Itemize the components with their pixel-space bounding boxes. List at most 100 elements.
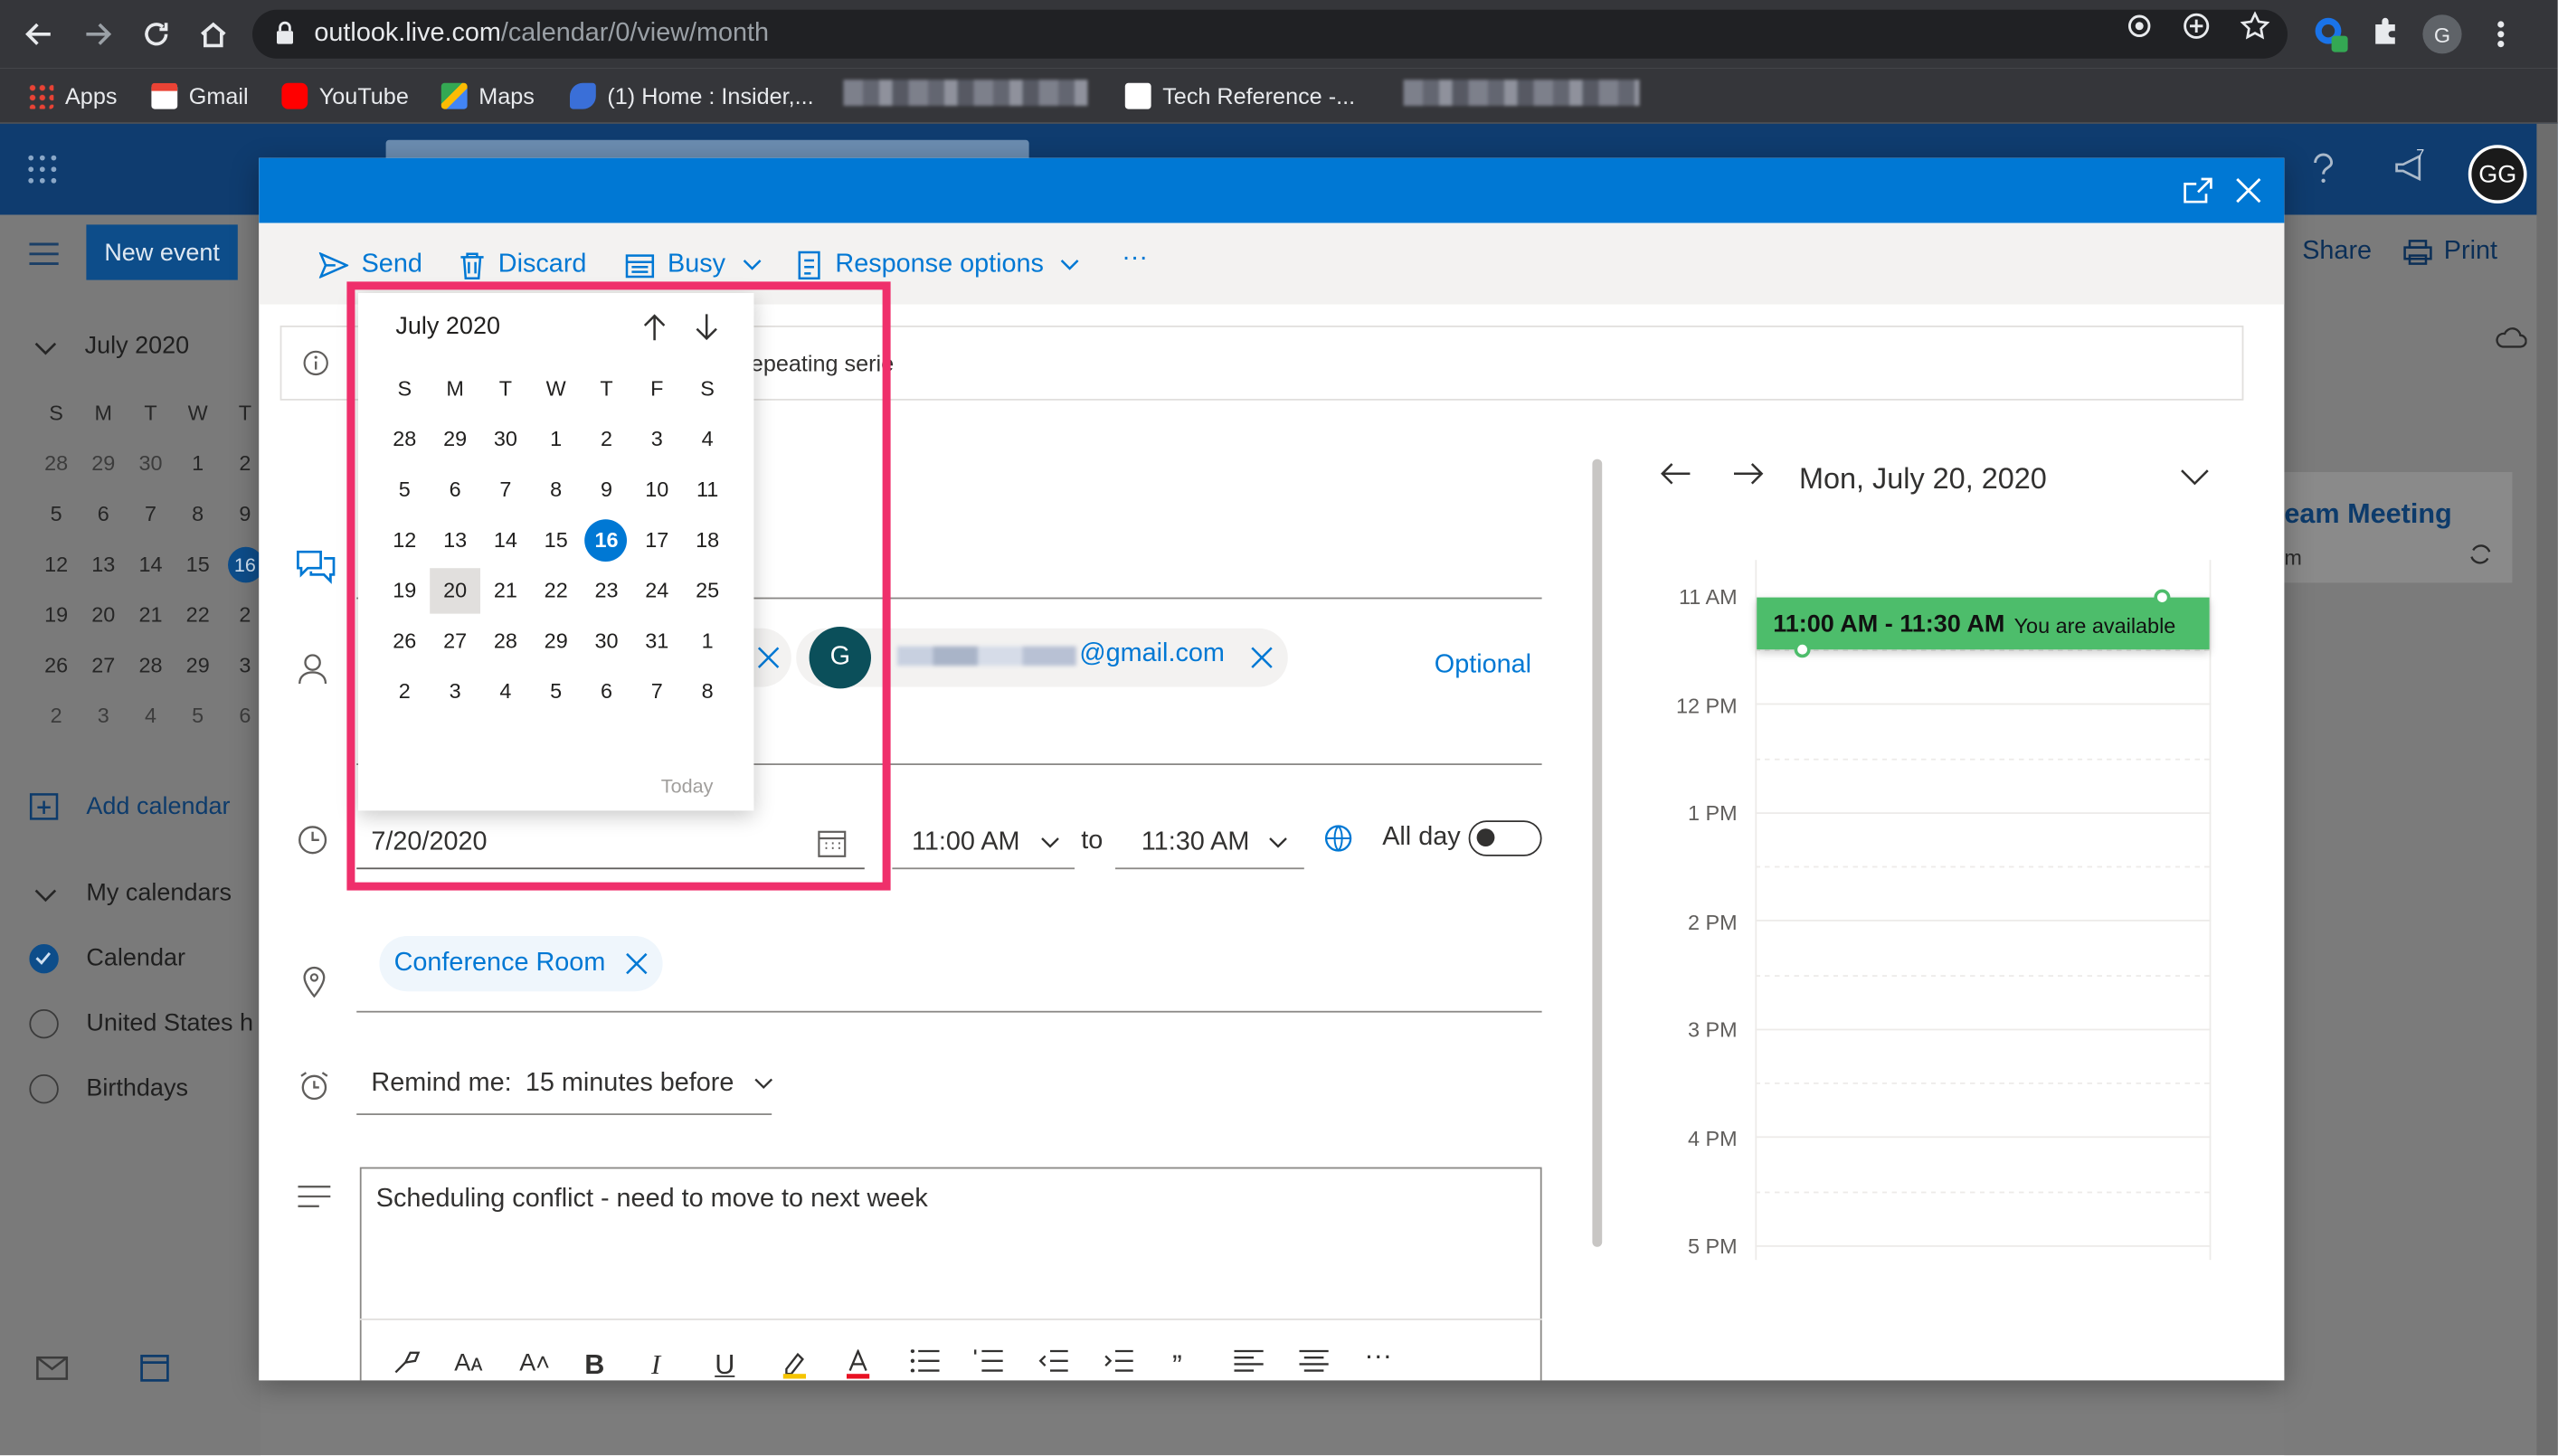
day-view-grid[interactable] bbox=[1755, 560, 2212, 1261]
format-painter-icon[interactable] bbox=[393, 1349, 422, 1376]
mini-day[interactable]: 21 bbox=[127, 602, 174, 627]
bookmark-apps[interactable]: Apps bbox=[27, 80, 117, 112]
align-center-icon[interactable] bbox=[1299, 1349, 1329, 1372]
add-calendar-link[interactable]: Add calendar bbox=[86, 793, 230, 821]
help-icon[interactable] bbox=[2312, 153, 2335, 185]
mini-day[interactable]: 2 bbox=[33, 704, 80, 728]
chevron-down-icon[interactable] bbox=[34, 340, 57, 356]
popout-icon[interactable] bbox=[2182, 175, 2214, 208]
decrease-indent-icon[interactable] bbox=[1038, 1349, 1068, 1372]
reload-icon[interactable] bbox=[137, 14, 175, 53]
mini-day[interactable]: 13 bbox=[80, 552, 127, 576]
mini-day[interactable]: 5 bbox=[33, 501, 80, 525]
print-button[interactable]: Print bbox=[2444, 238, 2497, 267]
bookmark-youtube[interactable]: YouTube bbox=[281, 80, 409, 112]
resize-handle-top[interactable] bbox=[2154, 589, 2171, 606]
extension-badge-icon[interactable] bbox=[2312, 14, 2351, 53]
calendar-checked-icon[interactable] bbox=[29, 944, 59, 974]
mini-day[interactable]: 28 bbox=[127, 653, 174, 677]
highlight-icon[interactable] bbox=[780, 1349, 809, 1379]
quote-icon[interactable]: ” bbox=[1172, 1349, 1182, 1380]
mini-day[interactable]: 27 bbox=[80, 653, 127, 677]
mini-day[interactable]: 3 bbox=[80, 704, 127, 728]
response-options-dropdown[interactable]: Response options bbox=[796, 248, 1079, 284]
mini-day[interactable]: 12 bbox=[33, 552, 80, 576]
mini-day[interactable]: 5 bbox=[175, 704, 222, 728]
location-chip[interactable]: Conference Room bbox=[379, 936, 663, 992]
add-calendar-icon[interactable] bbox=[29, 791, 59, 820]
proposed-event-block[interactable]: 11:00 AM - 11:30 AM You are available bbox=[1757, 597, 2210, 650]
remove-location-icon[interactable] bbox=[625, 952, 648, 975]
user-avatar[interactable]: GG bbox=[2468, 145, 2527, 203]
mini-day[interactable]: 28 bbox=[33, 451, 80, 476]
numbered-list-icon[interactable] bbox=[973, 1349, 1003, 1372]
new-event-button[interactable]: New event bbox=[86, 224, 238, 280]
discard-button[interactable]: Discard bbox=[459, 248, 586, 284]
mail-icon[interactable] bbox=[36, 1356, 69, 1380]
bold-icon[interactable]: B bbox=[584, 1349, 604, 1380]
italic-icon[interactable]: I bbox=[651, 1349, 660, 1380]
mini-day[interactable]: 6 bbox=[80, 501, 127, 525]
increase-indent-icon[interactable] bbox=[1104, 1349, 1133, 1372]
my-calendars-heading[interactable]: My calendars bbox=[86, 879, 232, 907]
all-day-toggle[interactable] bbox=[1468, 820, 1542, 856]
more-options-button[interactable]: ··· bbox=[1122, 241, 1148, 277]
font-color-icon[interactable] bbox=[845, 1349, 871, 1379]
mini-day[interactable]: 19 bbox=[33, 602, 80, 627]
mini-day[interactable]: 29 bbox=[175, 653, 222, 677]
busy-status-dropdown[interactable]: Busy bbox=[625, 248, 761, 284]
mini-day[interactable]: 22 bbox=[175, 602, 222, 627]
add-circle-icon[interactable] bbox=[2182, 12, 2211, 41]
address-bar[interactable]: outlook.live.com/calendar/0/view/month bbox=[252, 9, 2288, 59]
font-grow-icon[interactable]: A˄ bbox=[519, 1349, 550, 1377]
previous-day-arrow-icon[interactable] bbox=[1659, 460, 1695, 496]
bullet-list-icon[interactable] bbox=[910, 1349, 940, 1373]
chevron-down-icon[interactable] bbox=[2180, 468, 2216, 505]
time-zone-globe-icon[interactable] bbox=[1323, 824, 1352, 853]
calendar-item[interactable]: Birthdays bbox=[86, 1074, 188, 1102]
start-time-dropdown[interactable]: 11:00 AM bbox=[892, 818, 1075, 870]
home-icon[interactable] bbox=[194, 14, 232, 53]
calendar-nav-icon[interactable] bbox=[140, 1353, 169, 1382]
bookmark-maps[interactable]: Maps bbox=[441, 80, 535, 112]
resize-handle-bottom[interactable] bbox=[1794, 641, 1811, 658]
puzzle-extensions-icon[interactable] bbox=[2369, 14, 2408, 53]
app-launcher-icon[interactable] bbox=[28, 155, 57, 184]
star-bookmark-icon[interactable] bbox=[2240, 11, 2270, 41]
close-icon[interactable] bbox=[2234, 175, 2267, 208]
mini-day[interactable]: 8 bbox=[175, 501, 222, 525]
bookmark-tech-reference[interactable]: Tech Reference -... bbox=[1124, 80, 1355, 112]
mini-day[interactable]: 4 bbox=[127, 704, 174, 728]
mini-day[interactable]: 26 bbox=[33, 653, 80, 677]
browser-profile-avatar[interactable]: G bbox=[2422, 14, 2462, 54]
page-scrollbar[interactable] bbox=[2536, 123, 2558, 1456]
calendar-item[interactable]: United States h bbox=[86, 1009, 253, 1037]
bookmark-gmail[interactable]: Gmail bbox=[151, 80, 249, 112]
mini-day[interactable]: 15 bbox=[175, 552, 222, 576]
bookmark-insider[interactable]: (1) Home : Insider,... bbox=[570, 80, 814, 112]
forward-arrow-icon[interactable] bbox=[78, 14, 117, 53]
mini-day[interactable]: 1 bbox=[175, 451, 222, 476]
next-day-arrow-icon[interactable] bbox=[1732, 460, 1768, 496]
chevron-down-icon[interactable] bbox=[34, 887, 57, 903]
mini-day[interactable]: 30 bbox=[127, 451, 174, 476]
kebab-menu-icon[interactable] bbox=[2481, 14, 2520, 53]
calendar-unchecked-icon[interactable] bbox=[29, 1009, 59, 1039]
align-left-icon[interactable] bbox=[1234, 1349, 1264, 1372]
mini-day[interactable]: 7 bbox=[127, 501, 174, 525]
teams-chat-icon[interactable] bbox=[295, 549, 336, 585]
calendar-item[interactable]: Calendar bbox=[86, 944, 185, 972]
hamburger-menu-icon[interactable] bbox=[29, 242, 59, 266]
reminder-dropdown[interactable]: Remind me: 15 minutes before bbox=[371, 1070, 773, 1099]
location-target-icon[interactable] bbox=[2125, 12, 2154, 41]
more-format-icon[interactable]: ··· bbox=[1364, 1339, 1392, 1372]
underline-icon[interactable]: U bbox=[715, 1349, 734, 1380]
send-button[interactable]: Send bbox=[318, 248, 422, 284]
form-scrollbar[interactable] bbox=[1592, 459, 1603, 1247]
remove-attendee-icon[interactable] bbox=[1250, 647, 1273, 669]
mini-day[interactable]: 29 bbox=[80, 451, 127, 476]
back-arrow-icon[interactable] bbox=[20, 14, 59, 53]
end-time-dropdown[interactable]: 11:30 AM bbox=[1115, 818, 1304, 870]
font-size-icon[interactable]: Aᴀ bbox=[454, 1349, 482, 1377]
share-button[interactable]: Share bbox=[2302, 238, 2372, 267]
